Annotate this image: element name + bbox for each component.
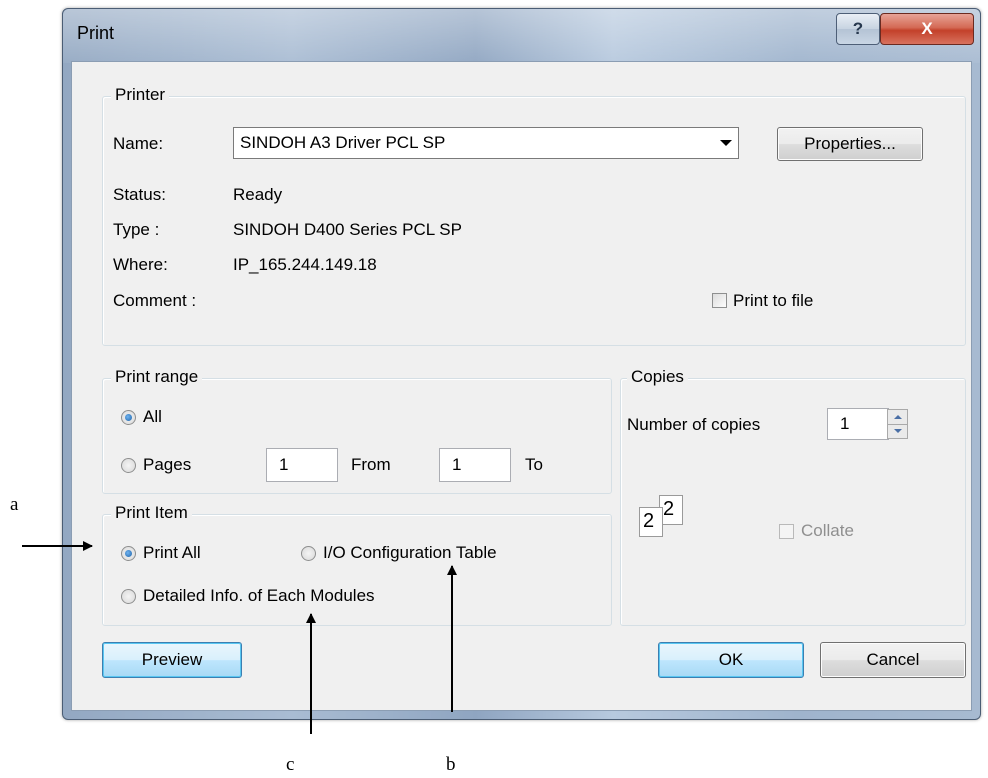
annotation-arrows <box>22 541 457 734</box>
